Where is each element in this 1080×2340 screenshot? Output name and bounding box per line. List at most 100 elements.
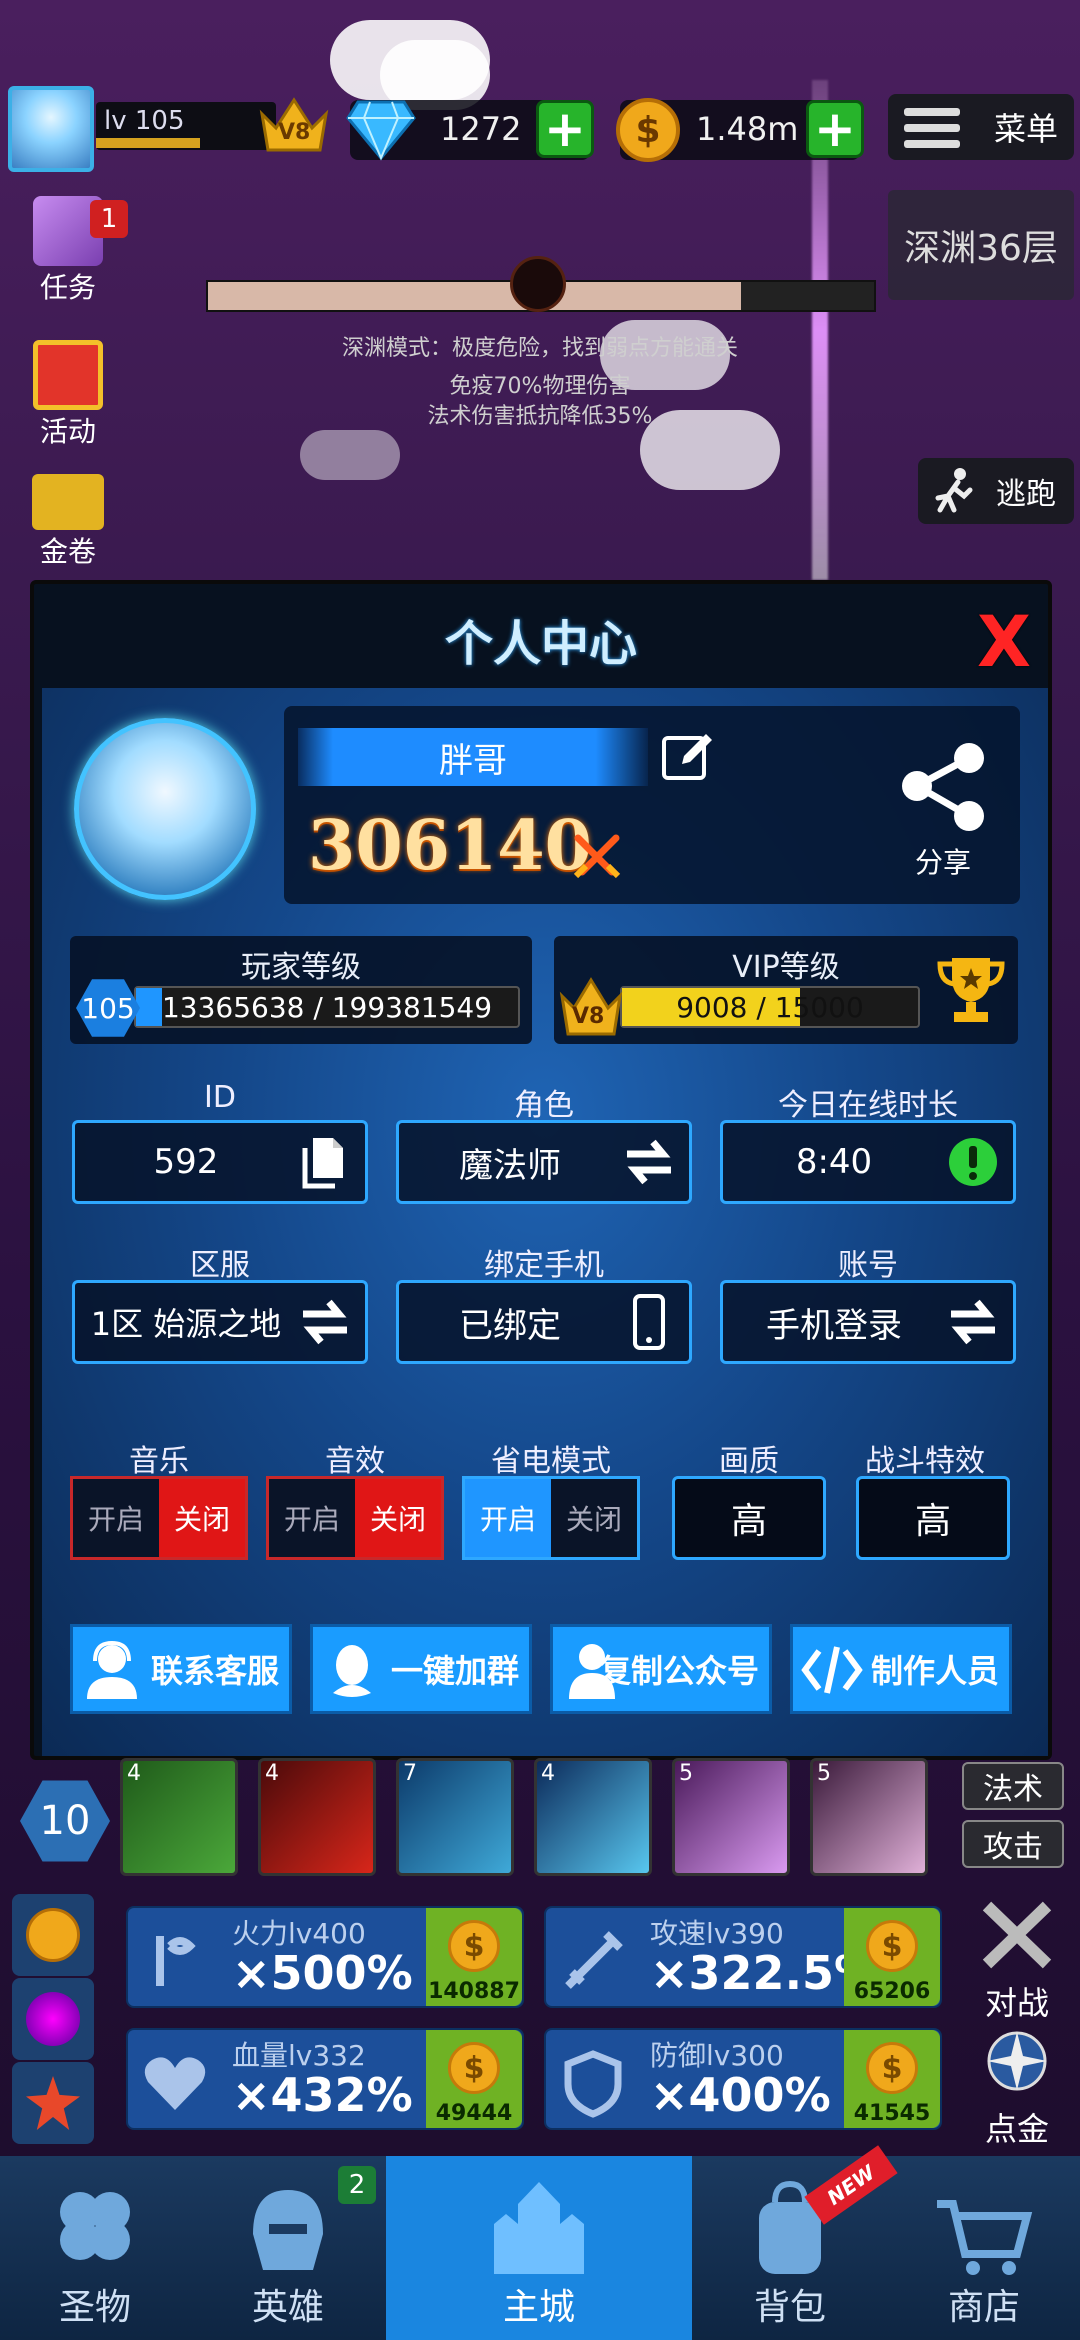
sfx-toggle[interactable]: 开启 关闭	[266, 1476, 444, 1560]
battle-button[interactable]: 对战	[962, 1900, 1072, 2024]
skill-slot[interactable]: 4	[534, 1758, 652, 1876]
sfx-on-option[interactable]: 开启	[269, 1479, 355, 1557]
nav-castle[interactable]: 主城	[386, 2156, 692, 2340]
nav-bag-label: 背包	[753, 2287, 826, 2328]
boss-notice-1: 深渊模式：极度危险，找到弱点方能通关	[341, 336, 738, 361]
alert-icon[interactable]	[945, 1134, 1001, 1190]
coupon-button[interactable]: 金卷	[8, 474, 128, 566]
add-diamond-button[interactable]: +	[536, 100, 594, 158]
helmet-icon	[253, 2190, 323, 2270]
skill-slot[interactable]: 5	[672, 1758, 790, 1876]
menu-label: 菜单	[993, 110, 1058, 148]
crossed-swords-icon	[982, 1901, 1052, 1969]
diamond-icon	[346, 100, 416, 161]
coupon-label: 金卷	[39, 535, 96, 566]
contact-service-button[interactable]: 联系客服	[70, 1624, 292, 1714]
coin-shortcut-button[interactable]	[12, 1894, 94, 1976]
star-icon	[26, 2076, 80, 2130]
music-on-option[interactable]: 开启	[73, 1479, 159, 1557]
escape-button[interactable]: 逃跑	[918, 458, 1074, 524]
running-man-icon	[935, 468, 973, 513]
activity-button[interactable]: 活动	[8, 340, 128, 450]
player-exp-text: 13365638 / 199381549	[161, 990, 493, 1024]
star-shortcut-button[interactable]	[12, 2062, 94, 2144]
account-field[interactable]: 手机登录	[720, 1280, 1016, 1364]
player-exp-bar: 13365638 / 199381549	[134, 986, 520, 1028]
battle-fx-select[interactable]: 高	[856, 1476, 1010, 1560]
share-icon	[902, 743, 984, 831]
sfx-off-option[interactable]: 关闭	[355, 1479, 441, 1557]
vip-crown-icon[interactable]: V8	[258, 94, 330, 156]
skill-level-hex: 10	[20, 1780, 110, 1862]
player-level-title: 玩家等级	[241, 950, 361, 985]
trophy-icon[interactable]	[936, 954, 1006, 1026]
add-gold-button[interactable]: +	[806, 100, 864, 158]
server-label: 区服	[190, 1248, 250, 1283]
upgrade-cost-button[interactable]: $41545	[844, 2030, 940, 2128]
hamburger-icon	[904, 108, 960, 148]
music-toggle[interactable]: 开启 关闭	[70, 1476, 248, 1560]
gold-touch-button[interactable]: 点金	[962, 2026, 1072, 2150]
shopping-cart-icon	[937, 2200, 1033, 2275]
skill-level: 5	[817, 1761, 831, 1786]
boss-hp-fill	[208, 282, 741, 310]
join-group-label: 一键加群	[390, 1652, 519, 1690]
attack-tab[interactable]: 攻击	[962, 1820, 1064, 1868]
crossed-swords-icon	[573, 834, 621, 879]
profile-avatar[interactable]	[74, 718, 256, 900]
skill-slot[interactable]: 4	[258, 1758, 376, 1876]
edit-name-icon[interactable]	[660, 730, 714, 784]
upgrade-cost-button[interactable]: $140887	[426, 1908, 522, 2006]
switch-icon	[627, 1139, 671, 1185]
close-button[interactable]: X	[972, 607, 1036, 677]
activity-label: 活动	[39, 415, 96, 448]
copy-official-account-button[interactable]: 复制公众号	[550, 1624, 772, 1714]
skill-level: 4	[127, 1761, 141, 1786]
nav-relic[interactable]: 圣物	[0, 2156, 190, 2340]
copy-icon[interactable]	[297, 1134, 353, 1190]
server-field[interactable]: 1区 始源之地	[72, 1280, 368, 1364]
skill-level: 4	[541, 1761, 555, 1786]
sword-icon	[565, 1931, 623, 1989]
role-field[interactable]: 魔法师	[396, 1120, 692, 1204]
music-off-option[interactable]: 关闭	[159, 1479, 245, 1557]
upgrade-card-health[interactable]: 血量lv332 ×432% $49444	[126, 2028, 524, 2130]
skill-slot[interactable]: 7	[396, 1758, 514, 1876]
fire-power-icon	[156, 1936, 196, 1986]
nav-shop[interactable]: 商店	[888, 2156, 1080, 2340]
power-save-off-option[interactable]: 关闭	[551, 1479, 637, 1557]
upgrade-cost-button[interactable]: $65206	[844, 1908, 940, 2006]
upgrade-value: ×432%	[232, 2068, 413, 2122]
share-button[interactable]: 分享	[888, 738, 998, 879]
credits-button[interactable]: 制作人员	[790, 1624, 1012, 1714]
upgrade-cost-button[interactable]: $49444	[426, 2030, 522, 2128]
portal-shortcut-button[interactable]	[12, 1978, 94, 2060]
profile-summary: 胖哥 306140 分享	[284, 706, 1020, 904]
boss-notice-3: 法术伤害抵抗降低35%	[427, 404, 653, 429]
power-save-on-option[interactable]: 开启	[465, 1479, 551, 1557]
gold-coin-icon: $	[616, 98, 680, 162]
upgrade-card-speed[interactable]: 攻速lv390 ×322.5% $65206	[544, 1906, 942, 2008]
id-value: 592	[153, 1142, 219, 1182]
join-group-button[interactable]: 一键加群	[310, 1624, 532, 1714]
upgrade-cost: 140887	[428, 1979, 520, 2004]
upgrade-card-defense[interactable]: 防御lv300 ×400% $41545	[544, 2028, 942, 2130]
sfx-label: 音效	[325, 1444, 385, 1479]
nav-hero-label: 英雄	[251, 2287, 324, 2328]
power-save-label: 省电模式	[491, 1444, 611, 1479]
player-avatar[interactable]	[8, 86, 94, 172]
battle-fx-label: 战斗特效	[865, 1444, 985, 1479]
magic-tab[interactable]: 法术	[962, 1762, 1064, 1810]
skill-slot[interactable]: 5	[810, 1758, 928, 1876]
nav-relic-label: 圣物	[58, 2287, 131, 2328]
power-save-toggle[interactable]: 开启 关闭	[462, 1476, 640, 1560]
tasks-label: 任务	[39, 271, 96, 304]
upgrade-card-fire[interactable]: 火力lv400 ×500% $140887	[126, 1906, 524, 2008]
boss-notice-2: 免疫70%物理伤害	[449, 374, 631, 399]
bind-phone-field[interactable]: 已绑定	[396, 1280, 692, 1364]
quality-select[interactable]: 高	[672, 1476, 826, 1560]
menu-button[interactable]: 菜单	[888, 94, 1074, 160]
skill-slot[interactable]: 4	[120, 1758, 238, 1876]
code-icon	[801, 1646, 863, 1694]
castle-icon	[494, 2182, 584, 2274]
